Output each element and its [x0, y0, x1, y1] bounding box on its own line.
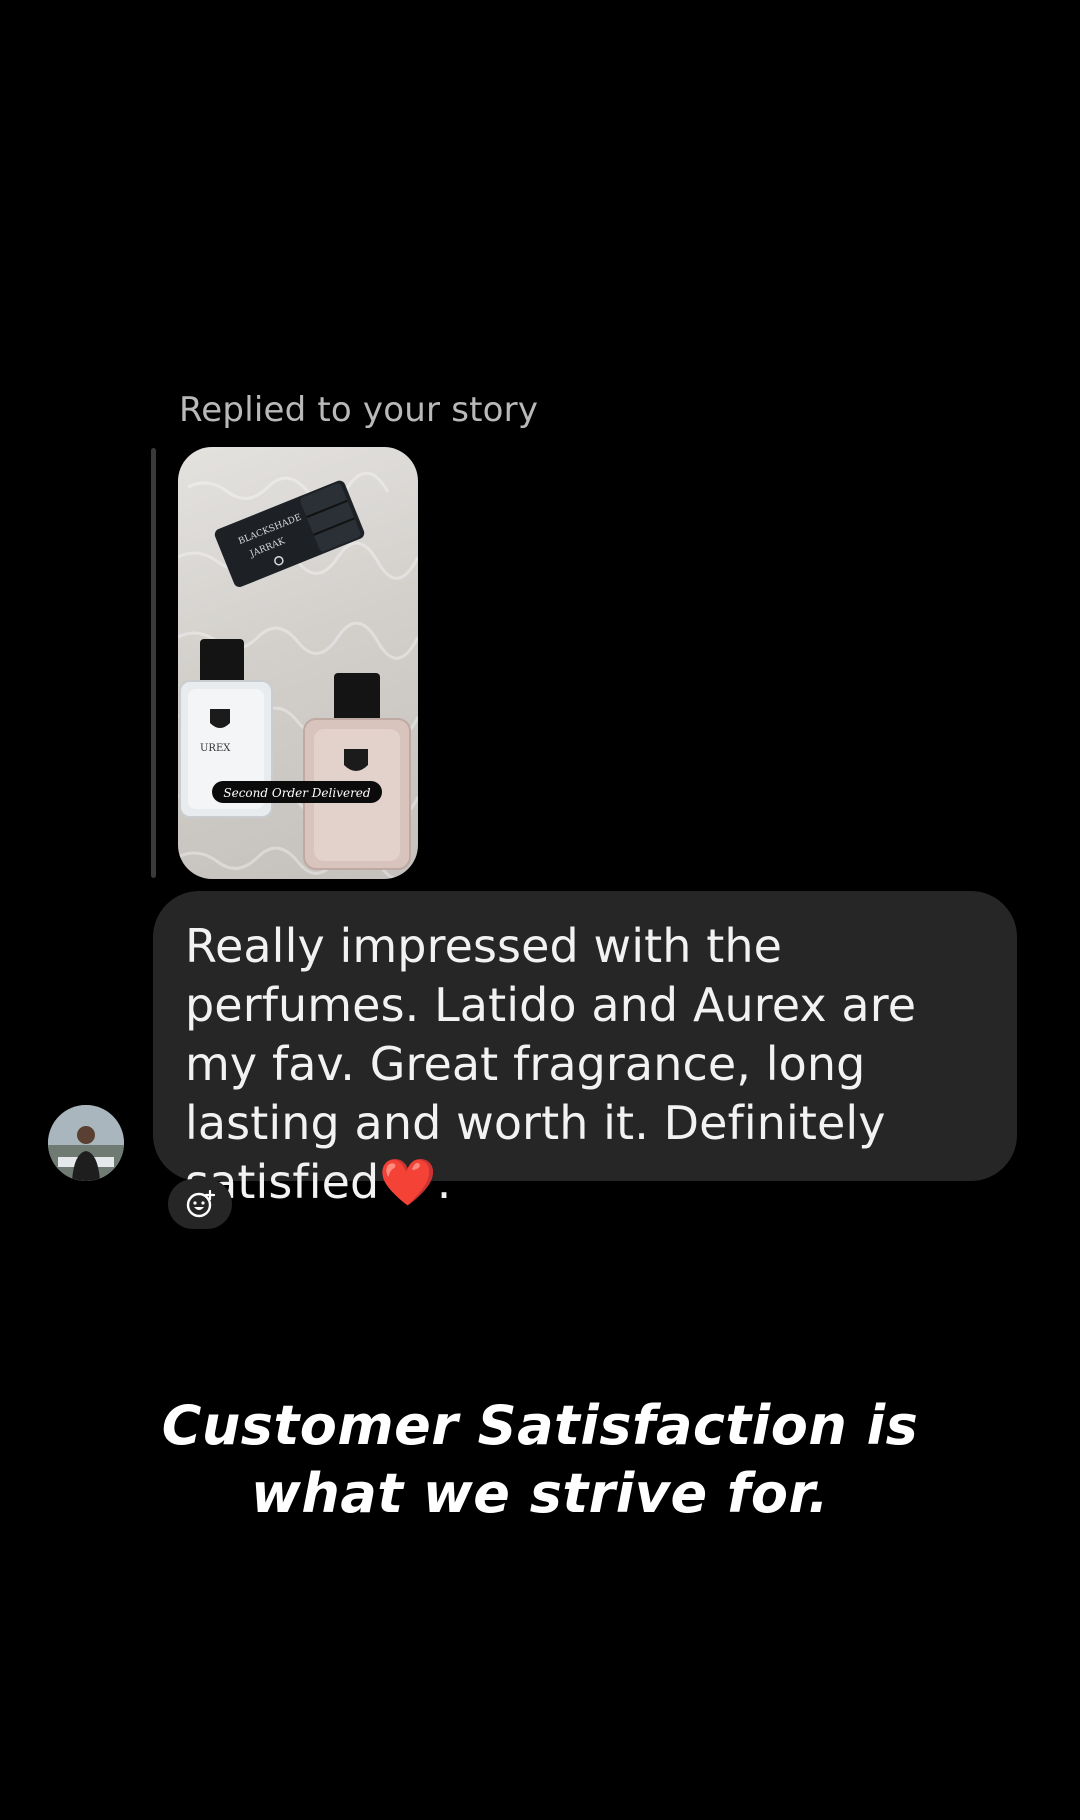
bottle-right [303, 673, 411, 870]
add-reaction-icon [186, 1189, 215, 1218]
sender-avatar[interactable] [48, 1105, 124, 1181]
heart-emoji: ❤️ [379, 1155, 437, 1209]
sticker-text: Second Order Delivered [223, 786, 371, 800]
message-trailing: . [436, 1155, 452, 1209]
replied-to-story-label: Replied to your story [179, 390, 539, 430]
add-reaction-button[interactable] [168, 1179, 232, 1229]
bottle-left-label: UREX [200, 743, 231, 754]
story-image: BLACKSHADE JARRAK UREX Second Order Deli… [178, 471, 418, 879]
message-bubble[interactable]: Really impressed with the perfumes. Lati… [153, 891, 1017, 1209]
message-body: Really impressed with the perfumes. Lati… [185, 919, 917, 1209]
user-avatar-icon [48, 1105, 124, 1181]
dm-screen: Replied to your story BLACKSHADE JARRAK [0, 0, 1080, 1820]
story-sticker: Second Order Delivered [212, 781, 382, 803]
reply-indicator-bar [151, 448, 156, 878]
promo-caption: Customer Satisfaction is what we strive … [0, 1392, 1080, 1528]
caption-line-2: what we strive for. [251, 1462, 829, 1525]
message-text: Really impressed with the perfumes. Lati… [185, 917, 987, 1212]
story-thumbnail[interactable]: BLACKSHADE JARRAK UREX Second Order Deli… [178, 447, 418, 879]
caption-line-1: Customer Satisfaction is [161, 1394, 919, 1457]
